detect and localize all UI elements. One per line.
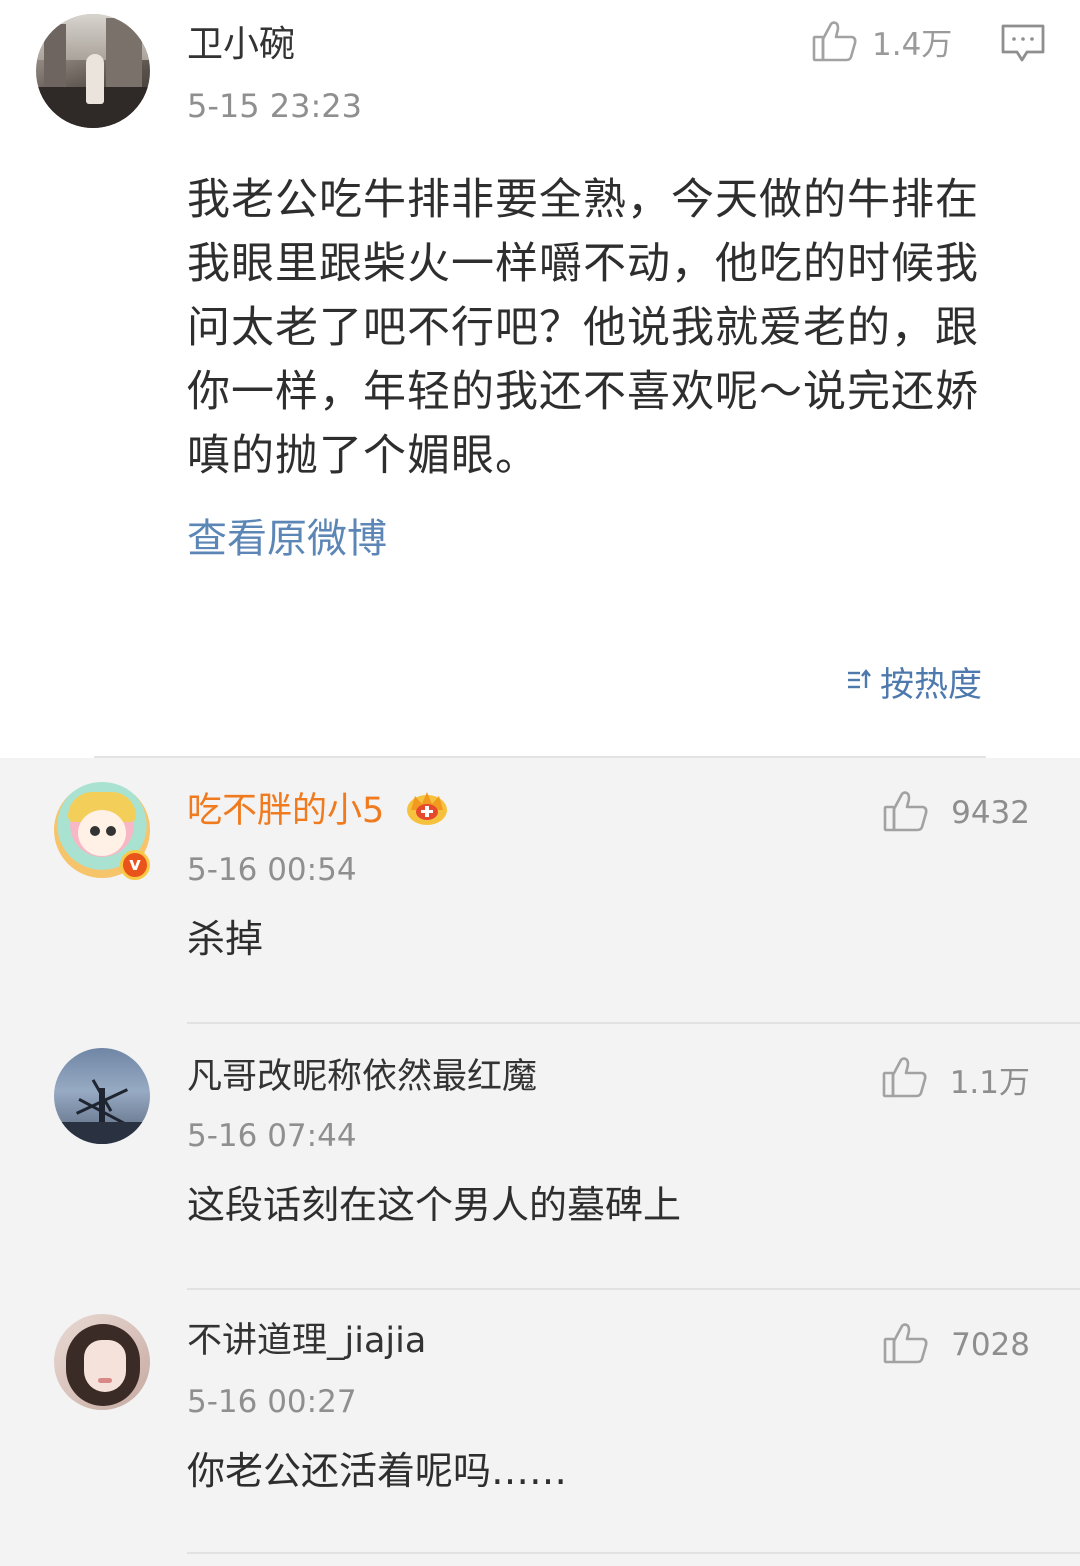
comment-icon[interactable] — [1000, 22, 1046, 64]
comment-text: 杀掉 — [187, 917, 264, 961]
comment-like-button[interactable]: 7028 — [883, 1322, 1030, 1368]
view-original-link[interactable]: 查看原微博 — [187, 512, 387, 566]
comment-text: 这段话刻在这个男人的墓碑上 — [187, 1183, 682, 1227]
comment-like-count: 7028 — [951, 1327, 1030, 1363]
crown-icon — [405, 786, 449, 838]
sort-toggle[interactable]: 按热度 — [846, 658, 982, 705]
thumbs-up-icon — [883, 1322, 929, 1368]
section-divider — [94, 756, 986, 758]
thumbs-up-icon — [883, 790, 929, 836]
commenter-name-text: 吃不胖的小5 — [187, 791, 385, 831]
comment-time: 5-16 00:27 — [187, 1384, 357, 1420]
comment-like-count: 1.1万 — [949, 1064, 1030, 1101]
comment-time: 5-16 07:44 — [187, 1118, 357, 1154]
sort-label: 按热度 — [880, 664, 982, 705]
commenter-name[interactable]: 不讲道理_jiajia — [187, 1318, 426, 1364]
commenter-avatar[interactable] — [54, 1048, 150, 1144]
comment-divider — [187, 1552, 1080, 1554]
commenter-avatar[interactable] — [54, 1314, 150, 1410]
comment-divider — [187, 1022, 1080, 1024]
comment-text: 你老公还活着呢吗…… — [187, 1449, 568, 1493]
verified-badge-icon: v — [120, 850, 150, 880]
sort-icon — [846, 661, 872, 701]
main-post: 卫小碗 5-15 23:23 1.4万 我老公吃牛排非要全熟，今天做的牛排在我眼… — [0, 0, 1080, 758]
author-avatar[interactable] — [36, 14, 150, 128]
author-name[interactable]: 卫小碗 — [187, 22, 295, 68]
comment-like-button[interactable]: 1.1万 — [882, 1056, 1030, 1102]
comment-like-button[interactable]: 9432 — [883, 790, 1030, 836]
weibo-comment-page: 卫小碗 5-15 23:23 1.4万 我老公吃牛排非要全熟，今天做的牛排在我眼… — [0, 0, 1080, 1566]
comment-like-count: 9432 — [951, 795, 1030, 831]
commenter-name[interactable]: 吃不胖的小5 — [187, 786, 449, 838]
thumbs-up-icon — [812, 20, 858, 62]
post-time: 5-15 23:23 — [187, 87, 363, 125]
post-text: 我老公吃牛排非要全熟，今天做的牛排在我眼里跟柴火一样嚼不动，他吃的时候我问太老了… — [187, 175, 979, 481]
thumbs-up-icon — [882, 1056, 928, 1102]
post-like-count: 1.4万 — [872, 26, 953, 63]
comments-list — [0, 758, 1080, 1566]
comment-time: 5-16 00:54 — [187, 852, 357, 888]
post-like-button[interactable]: 1.4万 — [812, 18, 952, 64]
comment-divider — [187, 1288, 1080, 1290]
commenter-name[interactable]: 凡哥改昵称依然最红魔 — [187, 1054, 537, 1100]
